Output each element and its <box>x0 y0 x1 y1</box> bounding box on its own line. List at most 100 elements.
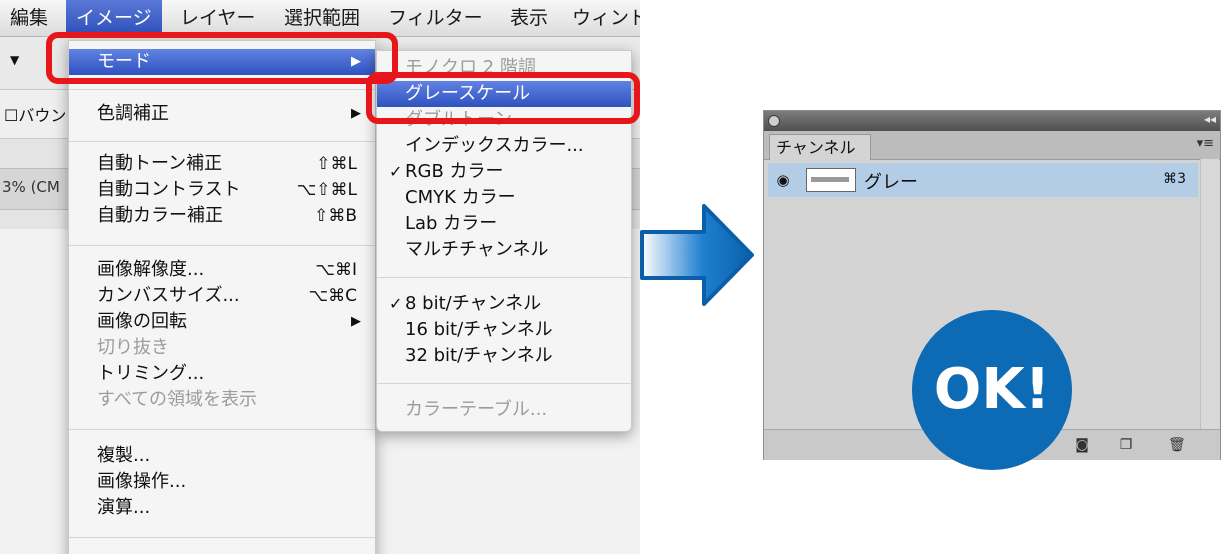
bounding-checkbox[interactable]: ☐バウン <box>4 102 66 126</box>
menu-view[interactable]: 表示 <box>510 0 548 36</box>
menu-item-label: カラーテーブル... <box>405 399 548 420</box>
menu-item-label: モノクロ 2 階調 <box>405 57 536 78</box>
menu-item-label: 32 bit/チャンネル <box>405 345 553 366</box>
submenu-item-color-table: カラーテーブル... <box>377 397 631 423</box>
close-icon[interactable] <box>768 115 780 127</box>
checkmark-icon: ✓ <box>389 294 403 313</box>
bounding-checkbox-label: バウン <box>18 106 67 125</box>
menu-item-label: ダブルトーン <box>405 109 513 130</box>
menu-item-trim[interactable]: トリミング... <box>69 361 375 387</box>
menu-item-label: 自動カラー補正 <box>97 205 223 226</box>
menu-item-duplicate[interactable]: 複製... <box>69 443 375 469</box>
menu-item-image-size[interactable]: 画像解像度... ⌥⌘I <box>69 257 375 283</box>
menu-item-auto-contrast[interactable]: 自動コントラスト ⌥⇧⌘L <box>69 177 375 203</box>
menu-item-label: 切り抜き <box>97 337 169 358</box>
submenu-item-grayscale[interactable]: グレースケール <box>377 81 631 107</box>
menu-item-adjustments[interactable]: 色調補正 ▶ <box>69 101 375 127</box>
new-channel-icon[interactable]: ❐ <box>1118 437 1134 453</box>
submenu-item-indexed-color[interactable]: インデックスカラー... <box>377 133 631 159</box>
menu-item-shortcut: ⌥⇧⌘L <box>296 180 357 200</box>
submenu-item-8bit[interactable]: ✓ 8 bit/チャンネル <box>377 291 631 317</box>
menu-item-label: 複製... <box>97 445 151 466</box>
document-tab-zoom: 3% (CM <box>2 178 60 196</box>
collapse-icon[interactable]: ◂◂ <box>1204 112 1216 126</box>
channel-name: グレー <box>864 172 918 193</box>
menu-item-label: カンバスサイズ... <box>97 285 240 306</box>
menu-item-label: 演算... <box>97 497 151 518</box>
submenu-arrow-icon: ▶ <box>351 314 361 329</box>
photoshop-window: 編集 イメージ レイヤー 選択範囲 フィルター 表示 ウィンド ▼ ☐バウン 3… <box>0 0 640 554</box>
panel-titlebar: ◂◂ <box>764 111 1220 131</box>
menu-item-label: 画像操作... <box>97 471 187 492</box>
menu-item-mode[interactable]: モード ▶ <box>69 49 375 75</box>
menu-item-label: 画像の回転 <box>97 311 187 332</box>
menu-item-label: 8 bit/チャンネル <box>405 293 542 314</box>
mode-submenu: モノクロ 2 階調 グレースケール ダブルトーン インデックスカラー... ✓ … <box>376 50 632 432</box>
chevron-down-icon[interactable]: ▼ <box>10 53 19 67</box>
channel-thumbnail <box>806 168 856 192</box>
channel-row-gray[interactable]: ◉ グレー ⌘3 <box>768 163 1198 197</box>
menu-item-label: インデックスカラー... <box>405 135 584 156</box>
menu-item-canvas-size[interactable]: カンバスサイズ... ⌥⌘C <box>69 283 375 309</box>
save-selection-icon[interactable]: ◙ <box>1074 437 1090 453</box>
menu-item-reveal-all: すべての領域を表示 <box>69 387 375 413</box>
ok-badge: OK! <box>912 310 1072 470</box>
menu-item-label: モード <box>97 51 151 72</box>
menu-item-shortcut: ⇧⌘L <box>316 154 357 174</box>
submenu-item-16bit[interactable]: 16 bit/チャンネル <box>377 317 631 343</box>
menu-item-label: RGB カラー <box>405 161 504 182</box>
image-menu: モード ▶ 色調補正 ▶ 自動トーン補正 ⇧⌘L 自動コントラスト ⌥⇧⌘L 自… <box>68 40 376 554</box>
right-arrow-icon <box>640 204 754 306</box>
submenu-item-duotone: ダブルトーン <box>377 107 631 133</box>
submenu-item-bitmap: モノクロ 2 階調 <box>377 55 631 81</box>
menu-item-auto-tone[interactable]: 自動トーン補正 ⇧⌘L <box>69 151 375 177</box>
menu-item-label: Lab カラー <box>405 213 498 234</box>
menu-item-label: すべての領域を表示 <box>97 389 258 410</box>
menu-item-calculations[interactable]: 演算... <box>69 495 375 521</box>
menu-item-crop: 切り抜き <box>69 335 375 361</box>
menu-separator <box>69 429 375 430</box>
submenu-item-32bit[interactable]: 32 bit/チャンネル <box>377 343 631 369</box>
panel-tab-row: チャンネル ▾≡ <box>764 131 1220 160</box>
submenu-arrow-icon: ▶ <box>351 106 361 121</box>
eye-icon[interactable]: ◉ <box>772 169 794 191</box>
menu-bar: 編集 イメージ レイヤー 選択範囲 フィルター 表示 ウィンド <box>0 0 640 37</box>
menu-window[interactable]: ウィンド <box>572 0 640 36</box>
menu-item-label: 16 bit/チャンネル <box>405 319 553 340</box>
menu-separator <box>69 537 375 538</box>
menu-image[interactable]: イメージ <box>66 0 162 36</box>
menu-item-image-rotation[interactable]: 画像の回転 ▶ <box>69 309 375 335</box>
channel-shortcut: ⌘3 <box>1163 171 1186 187</box>
trash-icon[interactable]: 🗑 <box>1168 437 1186 453</box>
menu-layer[interactable]: レイヤー <box>180 0 255 36</box>
panel-menu-icon[interactable]: ▾≡ <box>1197 136 1214 151</box>
panel-scrollbar[interactable] <box>1200 159 1219 431</box>
menu-select[interactable]: 選択範囲 <box>284 0 360 36</box>
menu-filter[interactable]: フィルター <box>388 0 483 36</box>
menu-separator <box>69 141 375 142</box>
submenu-arrow-icon: ▶ <box>351 54 361 69</box>
menu-separator <box>69 89 375 90</box>
submenu-item-lab-color[interactable]: Lab カラー <box>377 211 631 237</box>
menu-item-shortcut: ⌥⌘C <box>308 286 357 306</box>
submenu-item-rgb-color[interactable]: ✓ RGB カラー <box>377 159 631 185</box>
menu-item-label: 色調補正 <box>97 103 169 124</box>
menu-item-label: 自動コントラスト <box>97 179 241 200</box>
menu-item-label: トリミング... <box>97 363 205 384</box>
menu-item-label: CMYK カラー <box>405 187 516 208</box>
menu-separator <box>377 383 631 384</box>
menu-item-auto-color[interactable]: 自動カラー補正 ⇧⌘B <box>69 203 375 229</box>
menu-item-label: 画像解像度... <box>97 259 205 280</box>
submenu-item-cmyk-color[interactable]: CMYK カラー <box>377 185 631 211</box>
menu-item-label: グレースケール <box>405 83 531 104</box>
tab-channels[interactable]: チャンネル <box>769 134 871 160</box>
menu-item-label: 自動トーン補正 <box>97 153 223 174</box>
menu-edit[interactable]: 編集 <box>10 0 48 36</box>
menu-item-apply-image[interactable]: 画像操作... <box>69 469 375 495</box>
menu-item-shortcut: ⇧⌘B <box>314 206 357 226</box>
menu-separator <box>69 245 375 246</box>
menu-separator <box>377 277 631 278</box>
submenu-item-multichannel[interactable]: マルチチャンネル <box>377 237 631 263</box>
checkmark-icon: ✓ <box>389 162 403 181</box>
menu-item-shortcut: ⌥⌘I <box>315 260 357 280</box>
